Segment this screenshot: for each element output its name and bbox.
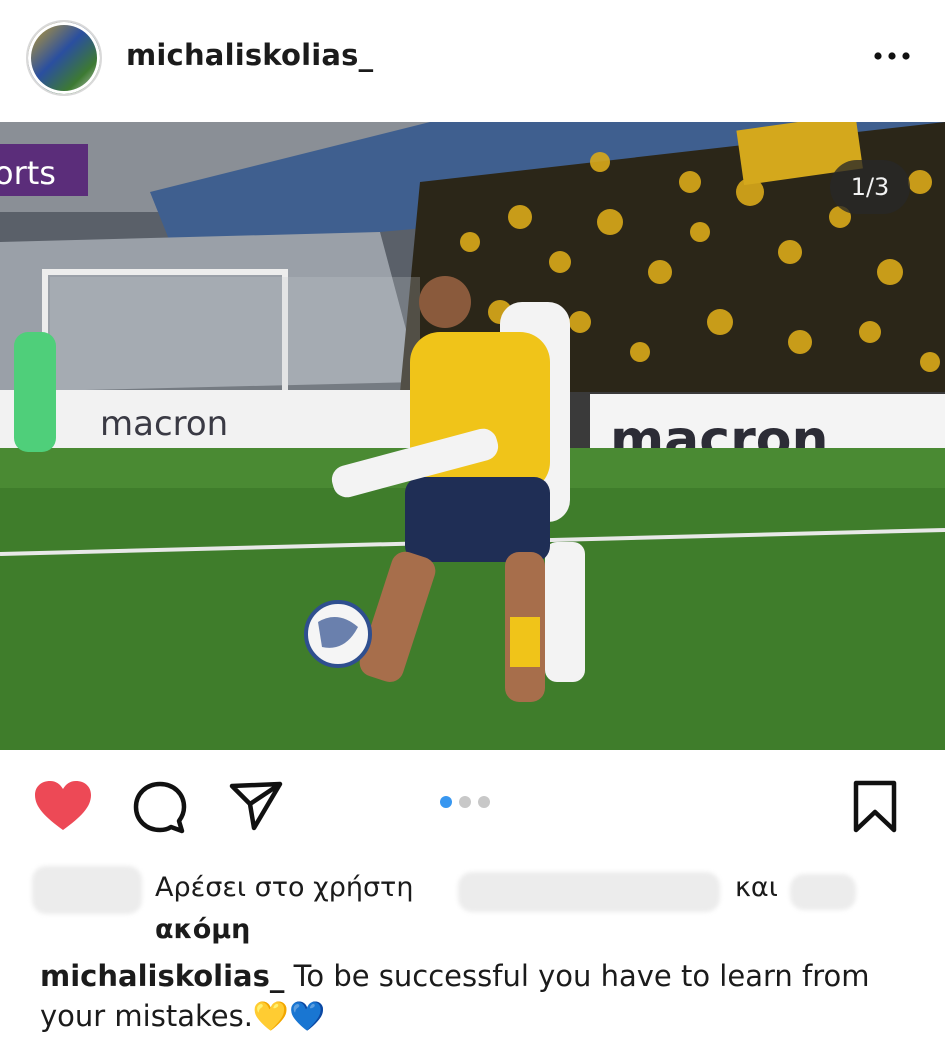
carousel-dot-active	[440, 796, 452, 808]
caption-emoji: 💛💙	[252, 999, 326, 1033]
carousel-dots	[440, 796, 490, 808]
svg-text:macron: macron	[100, 404, 228, 444]
carousel-dot	[478, 796, 490, 808]
liked-by-and: και	[735, 872, 778, 903]
comment-icon[interactable]	[132, 780, 188, 836]
likes-line: Αρέσει στο χρήστη και ακόμη	[0, 862, 945, 952]
carousel-counter: 1/3	[830, 160, 910, 214]
post-photo[interactable]: orts macron macron 1/3	[0, 122, 945, 750]
caption-username[interactable]: michaliskolias_	[40, 959, 284, 993]
redacted-username	[458, 872, 720, 912]
avatar[interactable]	[26, 20, 102, 96]
redacted-avatars	[32, 866, 142, 914]
liked-by-prefix: Αρέσει στο χρήστη	[155, 872, 414, 903]
redacted-count	[790, 874, 856, 910]
action-bar	[0, 772, 945, 836]
football-photo-illustration: orts macron macron	[0, 122, 945, 750]
heart-icon[interactable]	[33, 780, 93, 832]
post-header: michaliskolias_	[0, 0, 945, 120]
post-caption: michaliskolias_ To be successful you hav…	[40, 956, 890, 1036]
carousel-dot	[459, 796, 471, 808]
more-options-icon[interactable]	[870, 44, 914, 68]
share-icon[interactable]	[228, 780, 284, 832]
post-username[interactable]: michaliskolias_	[126, 38, 373, 72]
liked-by-more[interactable]: ακόμη	[155, 914, 250, 945]
bookmark-icon[interactable]	[850, 780, 900, 834]
svg-text:orts: orts	[0, 154, 56, 192]
